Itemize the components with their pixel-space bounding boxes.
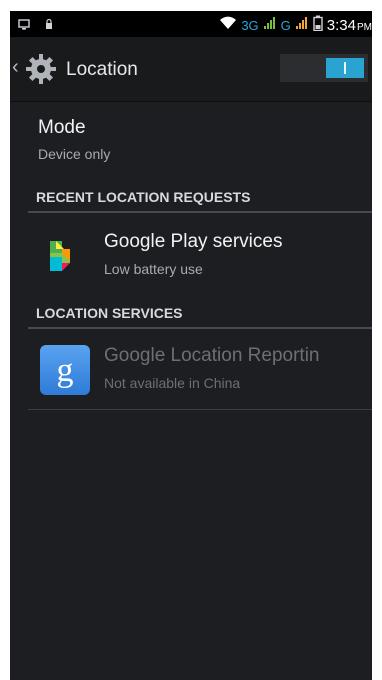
toggle-knob: [326, 58, 364, 78]
status-right: 3G G 3:34PM: [219, 15, 372, 35]
google-g-icon: g: [38, 343, 92, 397]
google-play-services-icon: [42, 233, 86, 277]
item-subtitle: Not available in China: [104, 375, 241, 391]
location-toggle[interactable]: [280, 54, 368, 82]
ampm-text: PM: [357, 21, 372, 33]
item-title: Google Play services: [104, 231, 283, 252]
device-screen: 3G G 3:34PM ‹ Location Mode Device only …: [10, 11, 372, 680]
settings-gear-icon[interactable]: [24, 52, 58, 86]
list-item-google-location-reporting[interactable]: g Google Location Reportin Not available…: [10, 333, 372, 409]
item-subtitle: Low battery use: [104, 261, 203, 277]
signal-icon-2: [295, 16, 309, 34]
lock-icon: [44, 17, 54, 35]
signal-icon-1: [263, 16, 277, 34]
back-chevron-icon[interactable]: ‹: [12, 56, 19, 79]
wifi-icon: [219, 16, 237, 34]
app-bar: ‹ Location: [10, 37, 372, 102]
network-g-label: G: [280, 17, 291, 33]
services-bottom-divider: [28, 409, 372, 410]
status-left: [18, 17, 54, 35]
list-item-google-play-services[interactable]: Google Play services Low battery use: [10, 219, 372, 291]
page-title: Location: [66, 59, 138, 80]
status-bar: 3G G 3:34PM: [10, 11, 372, 37]
time-text: 3:34: [326, 16, 356, 34]
recent-location-requests-header: RECENT LOCATION REQUESTS: [36, 189, 251, 205]
battery-icon: [313, 15, 323, 35]
mode-title: Mode: [38, 117, 86, 138]
item-title: Google Location Reportin: [104, 345, 320, 366]
mode-setting[interactable]: Mode Device only: [10, 111, 372, 171]
mode-subtitle: Device only: [38, 146, 111, 162]
services-section-divider: [28, 327, 372, 329]
screen-icon: [18, 17, 30, 35]
svg-text:g: g: [57, 352, 74, 389]
recent-section-divider: [28, 211, 372, 213]
network-3g-label: 3G: [241, 17, 259, 33]
clock: 3:34PM: [327, 17, 372, 34]
location-services-header: LOCATION SERVICES: [36, 305, 183, 321]
